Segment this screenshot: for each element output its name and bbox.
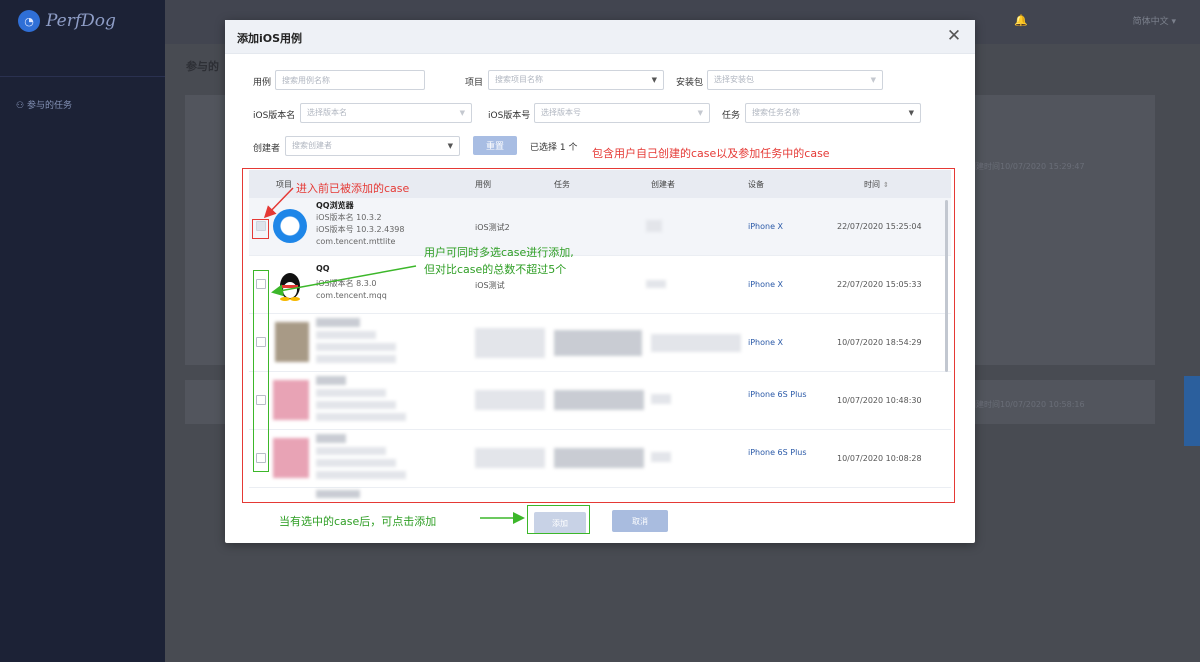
add-button-annotation: 当有选中的case后，可点击添加 — [279, 515, 437, 528]
caret-down-icon: ▼ — [908, 109, 914, 117]
user-icon: ⚇ — [16, 101, 25, 111]
version-name-select[interactable]: 选择版本名 ▼ — [300, 103, 472, 123]
version-code-label: iOS版本号 — [488, 111, 531, 121]
caret-down-icon: ▼ — [870, 76, 876, 84]
language-selector[interactable]: 简体中文 ▾ — [1133, 14, 1176, 27]
bell-icon[interactable]: 🔔 — [1014, 14, 1028, 27]
table-highlight-box — [242, 168, 955, 503]
card-created-time: 创建时间10/07/2020 15:29:47 — [968, 162, 1085, 171]
sidebar-item-label: 参与的任务 — [26, 101, 72, 111]
app-logo[interactable]: ◔ PerfDog — [18, 10, 116, 32]
task-label: 任务 — [722, 111, 741, 121]
sidebar-divider — [0, 76, 165, 77]
top-annotation: 包含用户自己创建的case以及参加任务中的case — [592, 147, 830, 160]
case-label: 用例 — [253, 78, 272, 88]
add-button-highlight — [527, 505, 590, 534]
sidebar-item-participated-tasks[interactable]: ⚇ 参与的任务 — [16, 98, 146, 111]
language-label: 简体中文 — [1132, 17, 1169, 27]
perfdog-logo-icon: ◔ — [18, 10, 40, 32]
card-created-time: 创建时间10/07/2020 10:58:16 — [968, 400, 1085, 409]
task-select-placeholder: 搜索任务名称 — [752, 108, 800, 117]
caret-down-icon: ▼ — [447, 142, 453, 150]
version-name-placeholder: 选择版本名 — [307, 108, 347, 117]
creator-select-placeholder: 搜索创建者 — [292, 141, 332, 150]
package-select[interactable]: 选择安装包 ▼ — [707, 70, 883, 90]
package-label: 安装包 — [676, 78, 704, 88]
task-select[interactable]: 搜索任务名称 ▼ — [745, 103, 921, 123]
added-case-annotation: 进入前已被添加的case — [296, 182, 410, 195]
feedback-tab[interactable] — [1184, 376, 1200, 446]
dialog-header: 添加iOS用例 ✕ — [225, 20, 975, 54]
multi-select-highlight — [253, 270, 269, 472]
added-checkbox-highlight — [252, 219, 269, 239]
version-code-placeholder: 选择版本号 — [541, 108, 581, 117]
caret-down-icon: ▼ — [459, 109, 465, 117]
caret-down-icon: ▼ — [697, 109, 703, 117]
project-select[interactable]: 搜索项目名称 ▼ — [488, 70, 664, 90]
logo-text: PerfDog — [46, 11, 116, 31]
dialog-title: 添加iOS用例 — [237, 32, 303, 45]
close-icon[interactable]: ✕ — [943, 25, 965, 47]
caret-down-icon: ▼ — [651, 76, 657, 84]
case-search-input[interactable] — [275, 70, 425, 90]
multi-select-annotation-line2: 但对比case的总数不超过5个 — [424, 263, 567, 276]
version-name-label: iOS版本名 — [253, 111, 296, 121]
creator-label: 创建者 — [253, 144, 281, 154]
page-title: 参与的 — [186, 60, 219, 73]
reset-button[interactable]: 重置 — [473, 136, 517, 155]
multi-select-annotation-line1: 用户可同时多选case进行添加, — [424, 246, 574, 259]
selected-count: 已选择 1 个 — [530, 143, 578, 153]
cancel-button[interactable]: 取消 — [612, 510, 668, 532]
version-code-select[interactable]: 选择版本号 ▼ — [534, 103, 710, 123]
project-select-placeholder: 搜索项目名称 — [495, 75, 543, 84]
app-sidebar: ◔ PerfDog ⚇ 参与的任务 — [0, 0, 165, 662]
project-label: 项目 — [465, 78, 484, 88]
creator-select[interactable]: 搜索创建者 ▼ — [285, 136, 460, 156]
package-select-placeholder: 选择安装包 — [714, 75, 754, 84]
